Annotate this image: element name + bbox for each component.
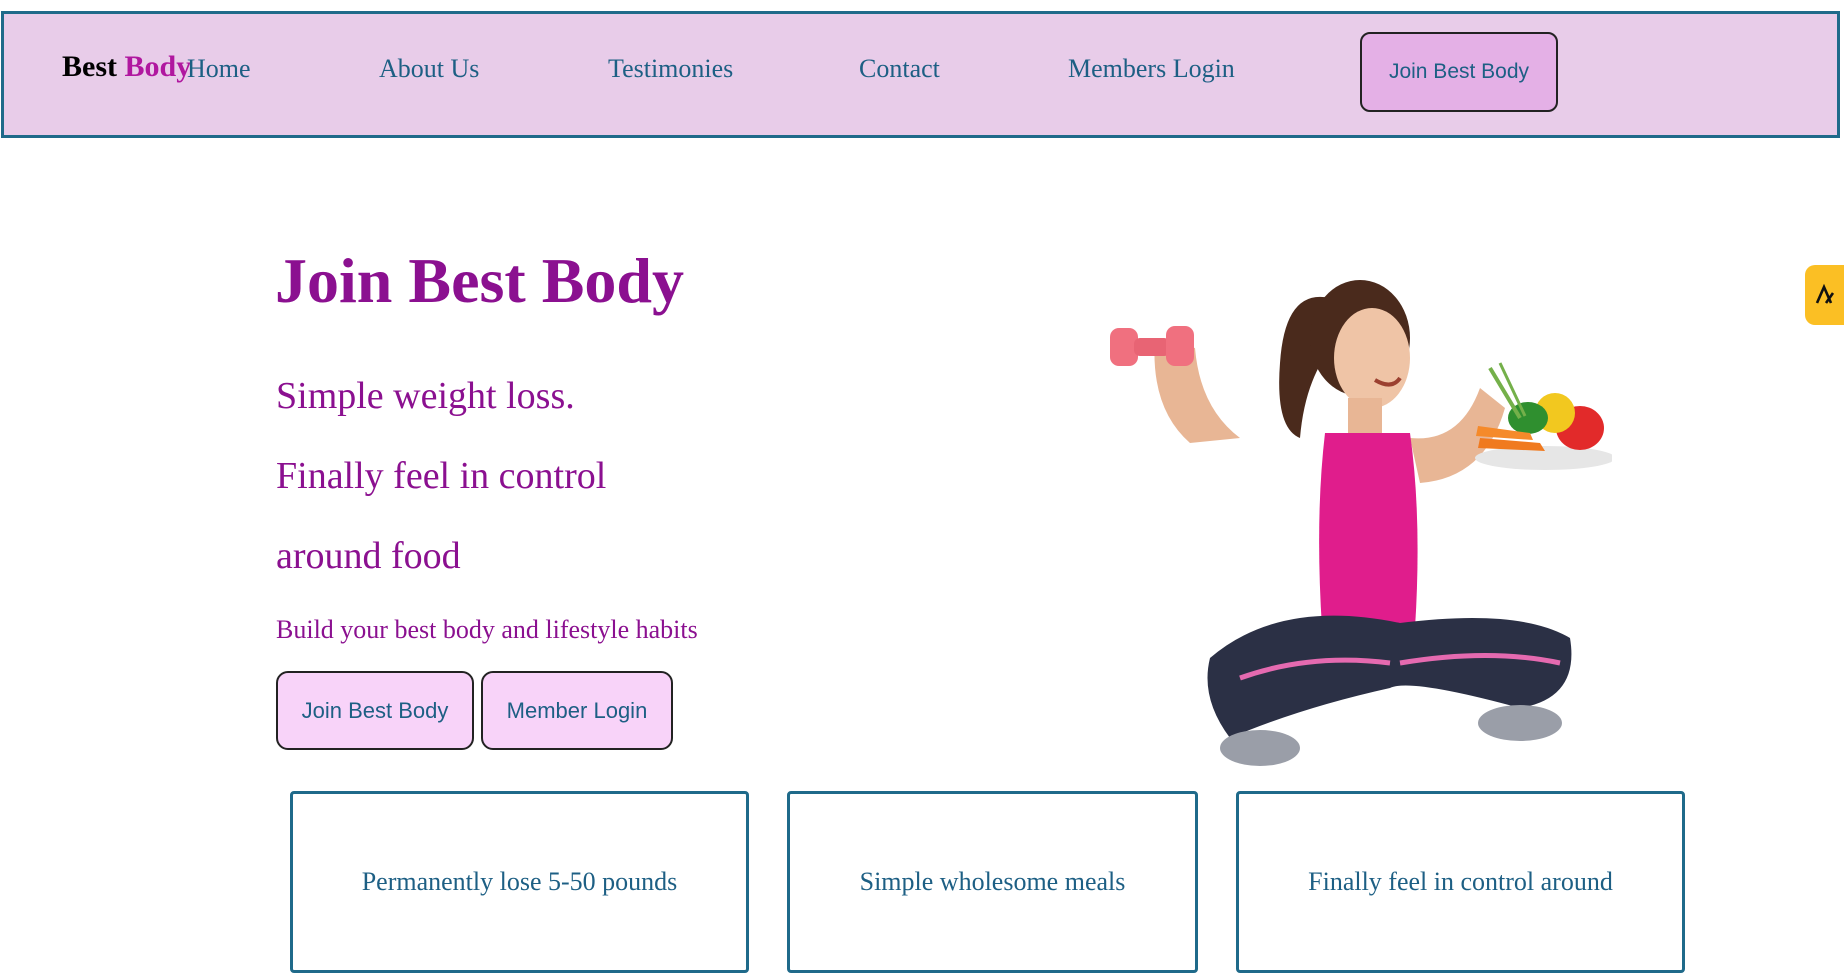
nav-link-testimonies[interactable]: Testimonies <box>608 54 733 84</box>
nav-link-about-us[interactable]: About Us <box>379 54 479 84</box>
member-login-button[interactable]: Member Login <box>481 671 673 750</box>
nav-link-contact[interactable]: Contact <box>859 54 940 84</box>
feature-text: Finally feel in control around <box>1308 867 1613 896</box>
feature-card-wholesome-meals: Simple wholesome meals <box>787 791 1198 973</box>
hero-title: Join Best Body <box>275 245 684 316</box>
hero-line-around-food: around food <box>276 535 461 577</box>
nav-join-button[interactable]: Join Best Body <box>1360 32 1558 112</box>
hero-line-feel-in-control: Finally feel in control <box>276 455 607 497</box>
brand-logo[interactable]: Best Body <box>62 50 191 84</box>
side-widget-tab[interactable] <box>1805 265 1844 325</box>
tab-widget-icon <box>1815 283 1834 304</box>
woman-fitness-illustration-icon <box>1110 280 1612 766</box>
feature-text: Simple wholesome meals <box>859 867 1126 896</box>
feature-text: Permanently lose 5-50 pounds <box>361 867 678 896</box>
join-best-body-button[interactable]: Join Best Body <box>276 671 474 750</box>
hero-subtitle: Build your best body and lifestyle habit… <box>276 615 698 644</box>
hero-line-weight-loss: Simple weight loss. <box>276 375 575 417</box>
feature-card-lose-weight: Permanently lose 5-50 pounds <box>290 791 749 973</box>
nav-link-members-login[interactable]: Members Login <box>1068 54 1235 84</box>
brand-text-body: Body <box>124 50 192 83</box>
nav-link-home[interactable]: Home <box>187 54 251 84</box>
feature-card-feel-in-control: Finally feel in control around <box>1236 791 1685 973</box>
brand-text-best: Best <box>62 50 117 83</box>
navbar: Best Body Home About Us Testimonies Cont… <box>1 11 1840 138</box>
